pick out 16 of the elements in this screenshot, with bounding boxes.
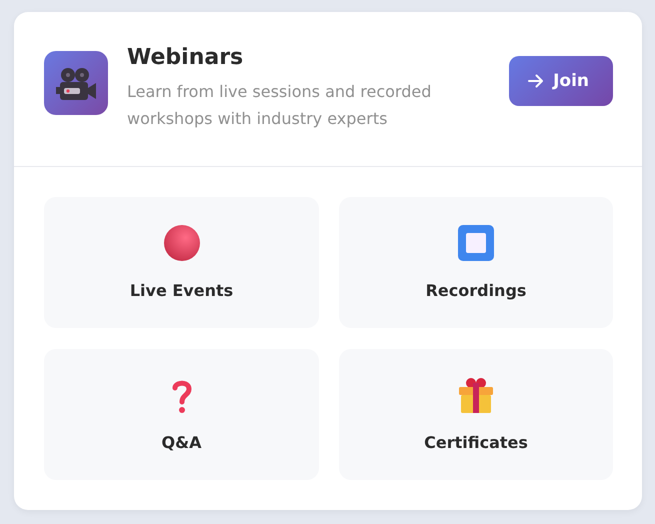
movie-camera-icon [44, 51, 108, 115]
tile-label: Q&A [162, 433, 202, 452]
tile-label: Live Events [130, 281, 234, 300]
feature-tile[interactable]: Certificates [339, 349, 613, 480]
stop-icon [458, 225, 494, 261]
record-icon [164, 225, 200, 261]
card-description: Learn from live sessions and recorded workshops with industry experts [127, 80, 432, 130]
tile-label: Certificates [424, 433, 528, 452]
arrow-icon [527, 72, 546, 90]
join-button[interactable]: Join [509, 56, 613, 106]
feature-tile[interactable]: Q&A [44, 349, 319, 480]
tile-label: Recordings [426, 281, 526, 300]
gift-icon [458, 377, 494, 413]
feature-tile[interactable]: Live Events [44, 197, 319, 328]
card-title: Webinars [127, 44, 244, 70]
feature-tile[interactable]: Recordings [339, 197, 613, 328]
